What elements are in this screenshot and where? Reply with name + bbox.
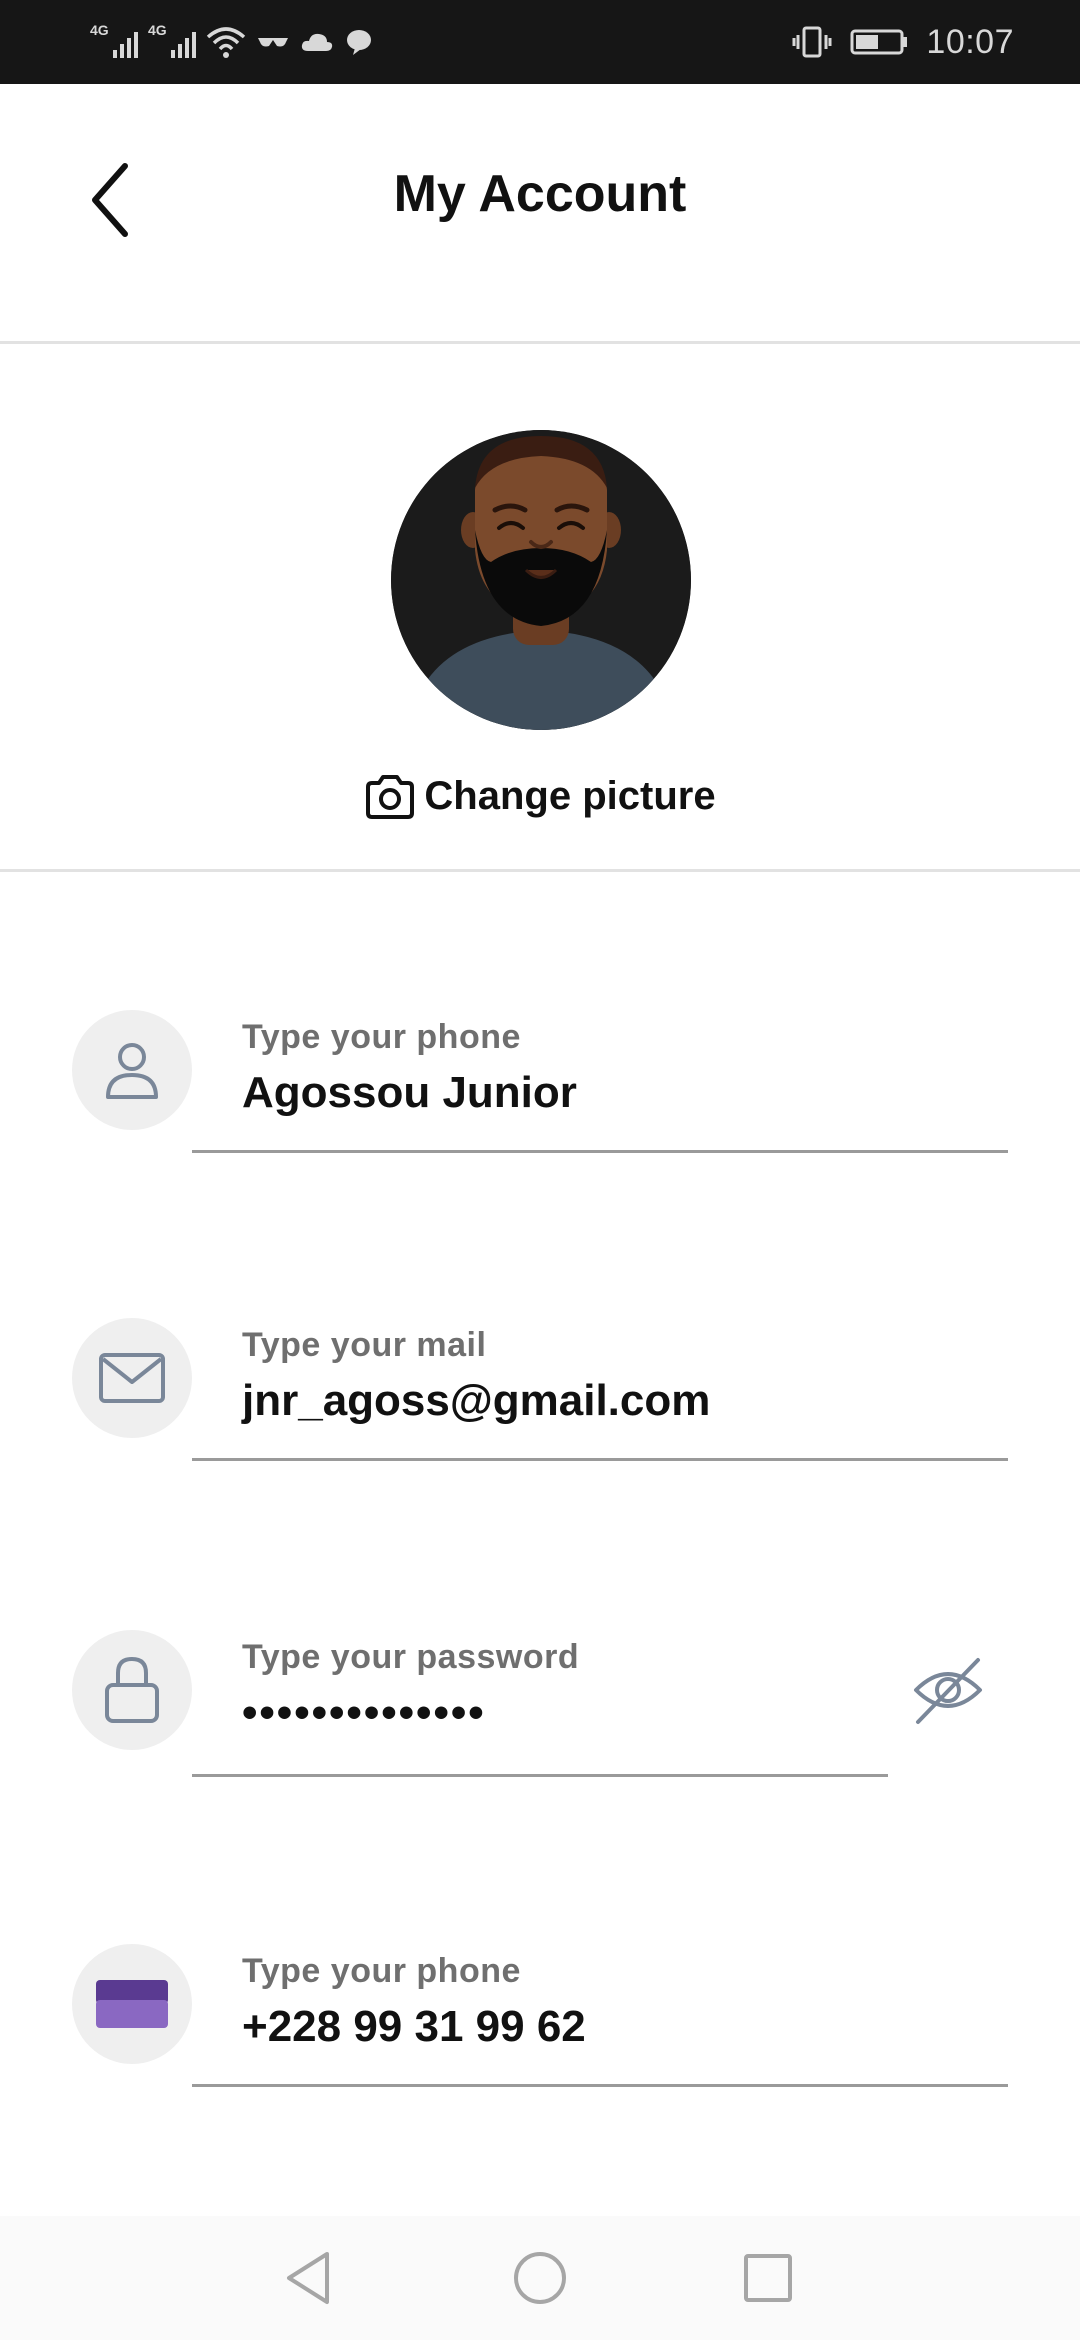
nav-back-button[interactable] [272,2242,344,2314]
phone-field[interactable]: Type your phone +228 99 31 99 62 [0,1944,1080,2124]
password-field-underline [192,1774,888,1777]
battery-icon [850,29,908,55]
password-field-icon-circle [72,1630,192,1750]
email-field-label: Type your mail [242,1326,487,1364]
wifi-icon [206,27,246,58]
network-type-label: 4G [90,22,109,38]
camera-icon [366,774,415,819]
recents-square-icon [744,2254,792,2302]
profile-section: Change picture [0,344,1080,872]
app-header: My Account [0,84,1080,344]
name-field-label: Type your phone [242,1018,521,1056]
eye-off-icon [914,1658,982,1724]
mail-icon [99,1353,165,1403]
status-right-icons: 10:07 [792,18,1014,66]
status-time: 10:07 [926,22,1014,61]
status-left-icons: 4G 4G [90,18,374,66]
glasses-icon [258,38,288,47]
phone-field-underline [192,2084,1008,2087]
page-title: My Account [393,165,687,223]
avatar-illustration [391,430,691,730]
email-field-value[interactable]: jnr_agoss@gmail.com [242,1376,710,1426]
password-field-value[interactable]: •••••••••••••• [242,1688,486,1738]
name-field-value[interactable]: Agossou Junior [242,1068,577,1118]
signal-icon: 4G [148,22,196,62]
home-circle-icon [514,2252,566,2304]
phone-field-label: Type your phone [242,1952,521,1990]
nav-recents-button[interactable] [732,2242,804,2314]
change-picture-label: Change picture [424,774,716,818]
toggle-password-visibility-button[interactable] [908,1650,988,1730]
card-icon [96,1980,168,2028]
change-picture-button[interactable]: Change picture [0,774,1080,819]
name-field[interactable]: Type your phone Agossou Junior [0,1010,1080,1190]
email-field-icon-circle [72,1318,192,1438]
password-field[interactable]: Type your password •••••••••••••• [0,1630,1080,1810]
user-icon [106,1043,158,1099]
avatar[interactable] [391,430,691,730]
email-field-underline [192,1458,1008,1461]
lock-icon [105,1656,159,1723]
status-bar: 4G 4G 10:07 [0,0,1080,84]
system-nav-bar [0,2216,1080,2340]
name-field-underline [192,1150,1008,1153]
back-triangle-icon [287,2252,329,2304]
signal-icon: 4G [90,22,138,62]
vibrate-icon [792,26,832,58]
network-type-label: 4G [148,22,167,38]
phone-field-icon-circle [72,1944,192,2064]
password-field-label: Type your password [242,1638,580,1676]
phone-field-value[interactable]: +228 99 31 99 62 [242,2002,586,2052]
email-field[interactable]: Type your mail jnr_agoss@gmail.com [0,1318,1080,1498]
nav-home-button[interactable] [504,2242,576,2314]
cloud-icon [301,33,333,51]
name-field-icon-circle [72,1010,192,1130]
chat-bubble-icon [347,30,371,55]
